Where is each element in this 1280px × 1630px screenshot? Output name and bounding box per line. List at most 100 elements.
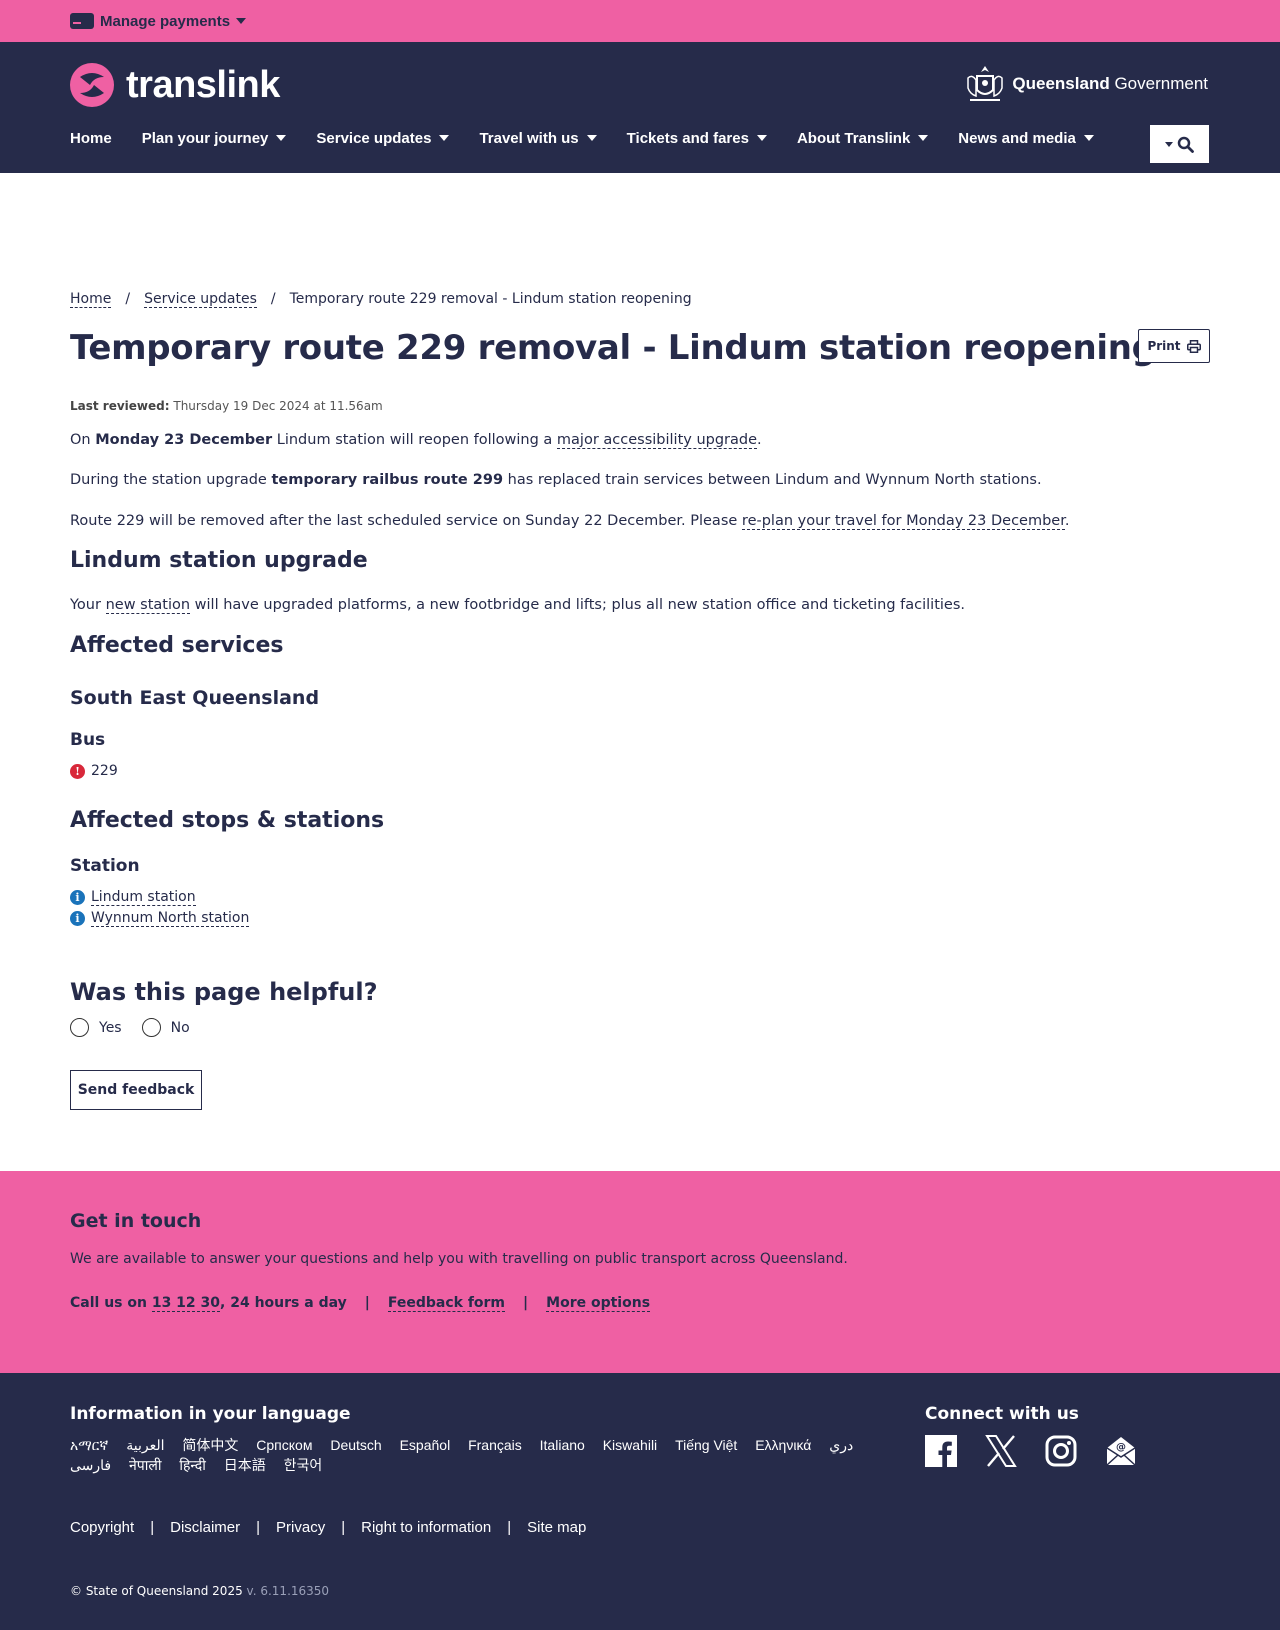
connect-title: Connect with us bbox=[925, 1404, 1079, 1424]
language-link[interactable]: Español bbox=[400, 1435, 451, 1455]
new-station-link[interactable]: new station bbox=[105, 597, 191, 614]
utility-bar: Manage payments bbox=[0, 0, 1280, 42]
get-in-touch-text: We are available to answer your question… bbox=[70, 1251, 848, 1267]
nav-service-label: Service updates bbox=[316, 129, 432, 147]
language-link[interactable]: नेपाली bbox=[129, 1455, 161, 1475]
separator: | bbox=[364, 1295, 370, 1311]
heading-bus: Bus bbox=[70, 730, 106, 750]
language-link[interactable]: العربية bbox=[126, 1435, 164, 1455]
text: will have upgraded platforms, a new foot… bbox=[190, 597, 966, 613]
legal-links: Copyright | Disclaimer | Privacy | Right… bbox=[70, 1519, 586, 1536]
helpful-yes-option[interactable]: Yes bbox=[70, 1018, 122, 1037]
breadcrumb-separator: / bbox=[125, 291, 131, 307]
no-radio[interactable] bbox=[141, 1018, 161, 1037]
language-title: Information in your language bbox=[70, 1404, 351, 1424]
translink-logo-icon bbox=[70, 63, 114, 107]
version-text: v. 6.11.16350 bbox=[246, 1584, 330, 1598]
language-link[interactable]: 日本語 bbox=[224, 1455, 266, 1475]
nav-news-label: News and media bbox=[958, 129, 1076, 147]
helpful-no-option[interactable]: No bbox=[141, 1018, 190, 1037]
breadcrumb-service-updates[interactable]: Service updates bbox=[144, 291, 257, 308]
info-icon: i bbox=[70, 890, 85, 905]
heading-affected-services: Affected services bbox=[70, 633, 284, 658]
language-link[interactable]: አማርኛ bbox=[70, 1435, 108, 1455]
paragraph-reopen: On Monday 23 December Lindum station wil… bbox=[70, 432, 762, 449]
paragraph-route-removal: Route 229 will be removed after the last… bbox=[70, 513, 1070, 530]
text: On bbox=[70, 432, 96, 448]
accessibility-upgrade-link[interactable]: major accessibility upgrade bbox=[556, 432, 758, 449]
nav-travel-with-us[interactable]: Travel with us bbox=[479, 126, 597, 150]
facebook-icon[interactable] bbox=[925, 1435, 957, 1467]
chevron-down-icon bbox=[918, 135, 929, 141]
replan-travel-link[interactable]: re-plan your travel for Monday 23 Decemb… bbox=[741, 513, 1065, 530]
more-options-link[interactable]: More options bbox=[546, 1295, 651, 1312]
privacy-link[interactable]: Privacy bbox=[276, 1519, 325, 1536]
manage-payments-button[interactable]: Manage payments bbox=[70, 13, 247, 30]
nav-service-updates[interactable]: Service updates bbox=[316, 126, 450, 150]
chevron-down-icon bbox=[586, 135, 597, 141]
gov-name-regular: Government bbox=[1114, 74, 1208, 93]
nav-home[interactable]: Home bbox=[70, 126, 112, 150]
send-feedback-button[interactable]: Send feedback bbox=[70, 1070, 202, 1110]
language-link[interactable]: हिन्दी bbox=[179, 1455, 205, 1475]
search-button[interactable] bbox=[1150, 125, 1209, 163]
yes-label: Yes bbox=[99, 1019, 122, 1036]
instagram-icon[interactable] bbox=[1045, 1435, 1077, 1467]
yes-radio[interactable] bbox=[70, 1018, 89, 1037]
heading-affected-stops: Affected stops & stations bbox=[70, 808, 385, 833]
printer-icon bbox=[1186, 339, 1201, 353]
language-link[interactable]: فارسی bbox=[70, 1455, 111, 1475]
search-icon bbox=[1177, 136, 1194, 153]
station-item: i Wynnum North station bbox=[70, 910, 250, 927]
x-icon[interactable] bbox=[985, 1435, 1017, 1467]
copyright-link[interactable]: Copyright bbox=[70, 1519, 134, 1536]
nav-news-and-media[interactable]: News and media bbox=[958, 126, 1094, 150]
copyright-text: © State of Queensland 2025 bbox=[70, 1584, 243, 1598]
language-link[interactable]: Српском bbox=[256, 1435, 312, 1455]
print-button[interactable]: Print bbox=[1138, 329, 1210, 363]
breadcrumb: Home / Service updates / Temporary route… bbox=[70, 291, 692, 308]
language-link[interactable]: Tiếng Việt bbox=[675, 1435, 737, 1455]
chevron-down-icon bbox=[276, 135, 287, 141]
language-link[interactable]: 한국어 bbox=[284, 1455, 323, 1475]
right-to-information-link[interactable]: Right to information bbox=[361, 1519, 491, 1536]
text: . bbox=[1064, 513, 1070, 529]
queensland-government-logo[interactable]: Queensland Government bbox=[964, 62, 1208, 106]
nav-plan-your-journey[interactable]: Plan your journey bbox=[142, 126, 287, 150]
nav-tickets-label: Tickets and fares bbox=[626, 129, 749, 147]
language-link[interactable]: Kiswahili bbox=[603, 1435, 657, 1455]
breadcrumb-home[interactable]: Home bbox=[70, 291, 112, 308]
text: Call us on bbox=[70, 1295, 152, 1311]
phone-link[interactable]: 13 12 30 bbox=[151, 1295, 221, 1312]
chevron-down-icon bbox=[756, 135, 767, 141]
lindum-station-link[interactable]: Lindum station bbox=[91, 889, 196, 906]
heading-station: Station bbox=[70, 856, 140, 876]
language-link[interactable]: Français bbox=[468, 1435, 522, 1455]
wynnum-north-station-link[interactable]: Wynnum North station bbox=[91, 910, 250, 927]
text: Your bbox=[70, 597, 106, 613]
text: Lindum station will reopen following a bbox=[272, 432, 557, 448]
language-link[interactable]: 简体中文 bbox=[182, 1435, 238, 1455]
nav-about-translink[interactable]: About Translink bbox=[796, 126, 929, 150]
email-icon[interactable]: @ bbox=[1105, 1435, 1137, 1467]
nav-travel-label: Travel with us bbox=[479, 129, 579, 147]
disclaimer-link[interactable]: Disclaimer bbox=[170, 1519, 240, 1536]
language-link[interactable]: Deutsch bbox=[330, 1435, 381, 1455]
last-reviewed: Last reviewed: Thursday 19 Dec 2024 at 1… bbox=[70, 399, 383, 413]
separator: | bbox=[507, 1519, 512, 1536]
feedback-form-link[interactable]: Feedback form bbox=[387, 1295, 506, 1312]
separator: | bbox=[150, 1519, 155, 1536]
language-link[interactable]: Italiano bbox=[540, 1435, 585, 1455]
no-label: No bbox=[170, 1019, 190, 1036]
language-link[interactable]: دري bbox=[829, 1435, 853, 1455]
nav-tickets-and-fares[interactable]: Tickets and fares bbox=[627, 126, 767, 150]
text-bold: Monday 23 December bbox=[95, 432, 273, 448]
nav-home-label: Home bbox=[70, 129, 112, 147]
translink-logo[interactable]: translink bbox=[70, 63, 280, 107]
heading-region: South East Queensland bbox=[70, 687, 320, 709]
language-links: አማርኛ العربية 简体中文 Српском Deutsch Españo… bbox=[70, 1435, 890, 1475]
site-map-link[interactable]: Site map bbox=[527, 1519, 586, 1536]
language-link[interactable]: Ελληνικά bbox=[755, 1435, 811, 1455]
separator: | bbox=[256, 1519, 261, 1536]
nav-about-label: About Translink bbox=[796, 129, 911, 147]
